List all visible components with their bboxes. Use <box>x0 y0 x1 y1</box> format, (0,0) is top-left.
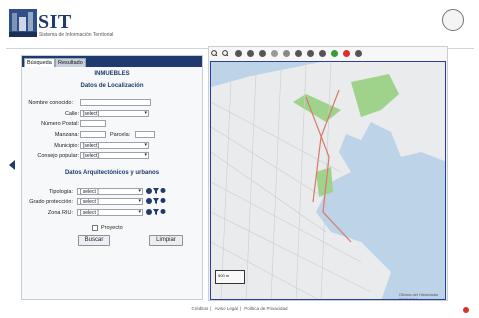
chevron-down-icon: ▾ <box>144 142 147 148</box>
manzana-label: Manzana: <box>54 132 79 138</box>
tipologia-value: [ select ] <box>80 189 99 195</box>
brand-subtitle: Sistema de Información Territorial <box>39 32 114 38</box>
manzana-input[interactable] <box>80 131 106 138</box>
info-icon[interactable] <box>146 198 152 204</box>
print-icon[interactable] <box>355 50 362 57</box>
grado-select[interactable]: [ select ] ▾ <box>77 198 143 205</box>
consejo-label: Consejo popular: <box>37 153 79 159</box>
identify-icon[interactable] <box>271 50 278 57</box>
calle-label: Calle: <box>64 111 79 117</box>
tab-busqueda[interactable]: Búsqueda <box>24 58 55 67</box>
consejo-select[interactable]: [select] ▾ <box>80 152 149 159</box>
zona-select[interactable]: [ select ] ▾ <box>77 209 143 216</box>
map-toolbar <box>209 47 447 61</box>
municipio-value: [select] <box>83 143 99 149</box>
consejo-value: [select] <box>83 153 99 159</box>
green-dot-icon[interactable] <box>331 50 338 57</box>
brand-title: SIT <box>38 11 72 33</box>
map-canvas <box>211 62 445 299</box>
proyecto-label: Proyecto <box>101 225 123 231</box>
localization-title: Datos de Localización <box>80 83 144 89</box>
grado-label: Grado protección: <box>29 199 73 205</box>
filter-icon[interactable] <box>153 198 159 204</box>
full-extent-icon[interactable] <box>295 50 302 57</box>
collapse-arrow-icon[interactable] <box>9 160 15 170</box>
municipio-label: Municipio: <box>54 143 79 149</box>
footer-link-creditos[interactable]: Créditos <box>191 306 208 311</box>
seal-icon <box>442 9 464 31</box>
footer: Créditos | Aviso Legal | Política de Priva… <box>191 306 288 311</box>
chevron-down-icon: ▾ <box>138 198 141 204</box>
clear-selection-icon[interactable] <box>319 50 326 57</box>
footer-link-aviso-legal[interactable]: Aviso Legal <box>215 306 238 311</box>
numero-label: Número Postal: <box>41 121 79 127</box>
info-icon[interactable] <box>146 188 152 194</box>
header: SIT Sistema de Información Territorial <box>0 0 479 50</box>
calle-select[interactable]: [select] ▾ <box>80 110 149 117</box>
map-scale-bar: 500 m <box>215 270 245 284</box>
filter-icon[interactable] <box>153 209 159 215</box>
scale-label: 500 m <box>218 273 230 278</box>
nombre-label: Nombre conocido: <box>28 100 73 106</box>
grado-value: [ select ] <box>80 199 99 205</box>
footer-link-privacidad[interactable]: Política de Privacidad <box>244 306 287 311</box>
parcela-input[interactable] <box>135 131 155 138</box>
zona-value: [ select ] <box>80 210 99 216</box>
proyecto-checkbox[interactable] <box>92 225 98 231</box>
red-badge-icon <box>463 307 469 313</box>
chevron-down-icon: ▾ <box>138 209 141 215</box>
map-panel: 500 m Oficina del Historiador 2007-2011 <box>208 46 448 301</box>
select-icon[interactable] <box>307 50 314 57</box>
chevron-down-icon: ▾ <box>144 152 147 158</box>
search-button[interactable]: Buscar <box>78 235 110 246</box>
pin-icon[interactable] <box>160 209 166 215</box>
numero-input[interactable] <box>80 120 106 127</box>
filter-icon[interactable] <box>153 188 159 194</box>
panel-title: INMUEBLES <box>94 71 130 77</box>
red-dot-icon[interactable] <box>343 50 350 57</box>
map-credit: Oficina del Historiador 2007-2011 <box>399 292 439 300</box>
nombre-input[interactable] <box>80 99 151 106</box>
tab-resultado[interactable]: Resultado <box>55 58 86 67</box>
pin-icon[interactable] <box>160 198 166 204</box>
clear-button[interactable]: Limpiar <box>149 235 183 246</box>
tab-bar: Búsqueda Resultado <box>22 56 202 67</box>
previous-extent-icon[interactable] <box>247 50 254 57</box>
zona-label: Zona RIU: <box>47 210 73 216</box>
pan-icon[interactable] <box>235 50 242 57</box>
measure-icon[interactable] <box>283 50 290 57</box>
zoom-out-icon[interactable] <box>222 50 229 57</box>
tipologia-label: Tipología: <box>49 189 73 195</box>
pin-icon[interactable] <box>160 188 166 194</box>
page: SIT Sistema de Información Territorial B… <box>0 0 479 318</box>
search-panel: Búsqueda Resultado INMUEBLES Datos de Lo… <box>21 55 203 300</box>
chevron-down-icon: ▾ <box>138 188 141 194</box>
architecture-title: Datos Arquitectónicos y urbanos <box>64 170 160 176</box>
calle-value: [select] <box>83 111 99 117</box>
info-icon[interactable] <box>146 209 152 215</box>
next-extent-icon[interactable] <box>259 50 266 57</box>
map-view[interactable]: 500 m Oficina del Historiador 2007-2011 <box>210 61 446 300</box>
logo-icon <box>9 9 37 37</box>
zoom-in-icon[interactable] <box>211 50 218 57</box>
municipio-select[interactable]: [select] ▾ <box>80 142 149 149</box>
chevron-down-icon: ▾ <box>144 110 147 116</box>
tipologia-select[interactable]: [ select ] ▾ <box>77 188 143 195</box>
